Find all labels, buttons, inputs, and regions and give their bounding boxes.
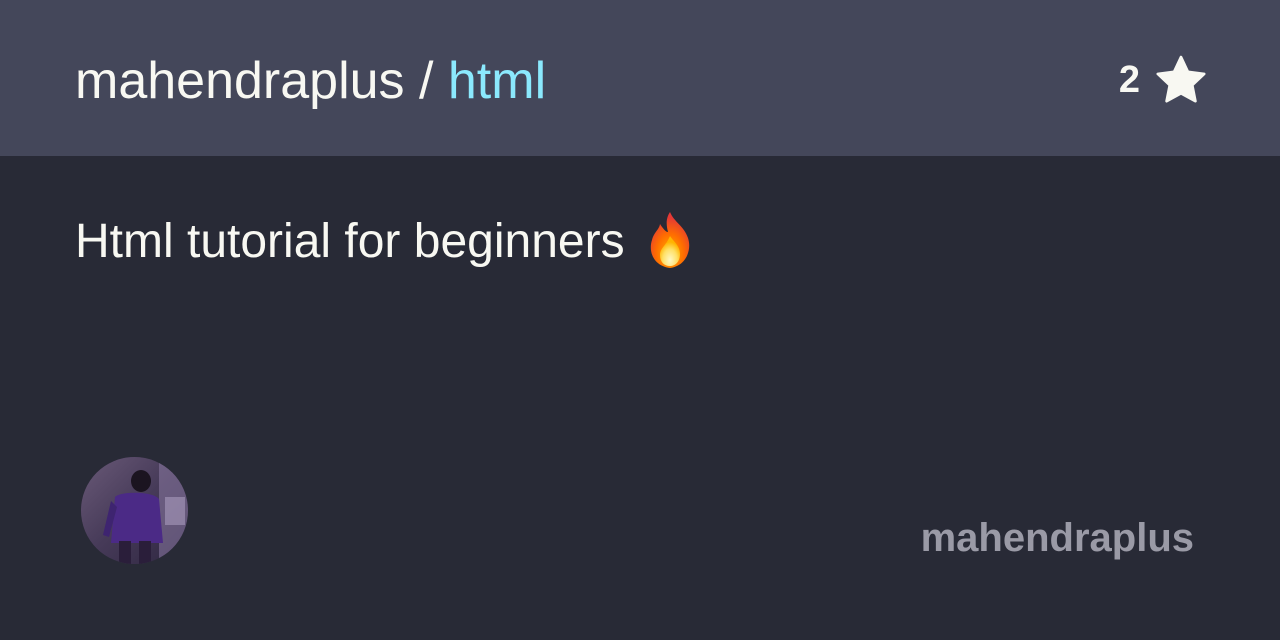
repo-separator: / [404,52,448,110]
user-avatar[interactable] [81,457,188,564]
owner-label[interactable]: mahendraplus [921,516,1194,561]
fire-emoji-icon [650,212,690,269]
star-counter[interactable]: 2 [1119,52,1208,108]
repo-title[interactable]: mahendraplus / html [75,50,546,112]
star-icon [1156,55,1206,103]
repo-social-card: mahendraplus / html 2 Html tutorial for … [0,0,1280,640]
repo-name: html [447,52,547,110]
card-header: mahendraplus / html 2 [0,0,1280,156]
star-count: 2 [1118,58,1140,101]
avatar-photo [81,457,188,564]
repo-description: Html tutorial for beginners [75,210,696,274]
description-text: Html tutorial for beginners [75,215,638,268]
repo-owner: mahendraplus [75,52,405,110]
